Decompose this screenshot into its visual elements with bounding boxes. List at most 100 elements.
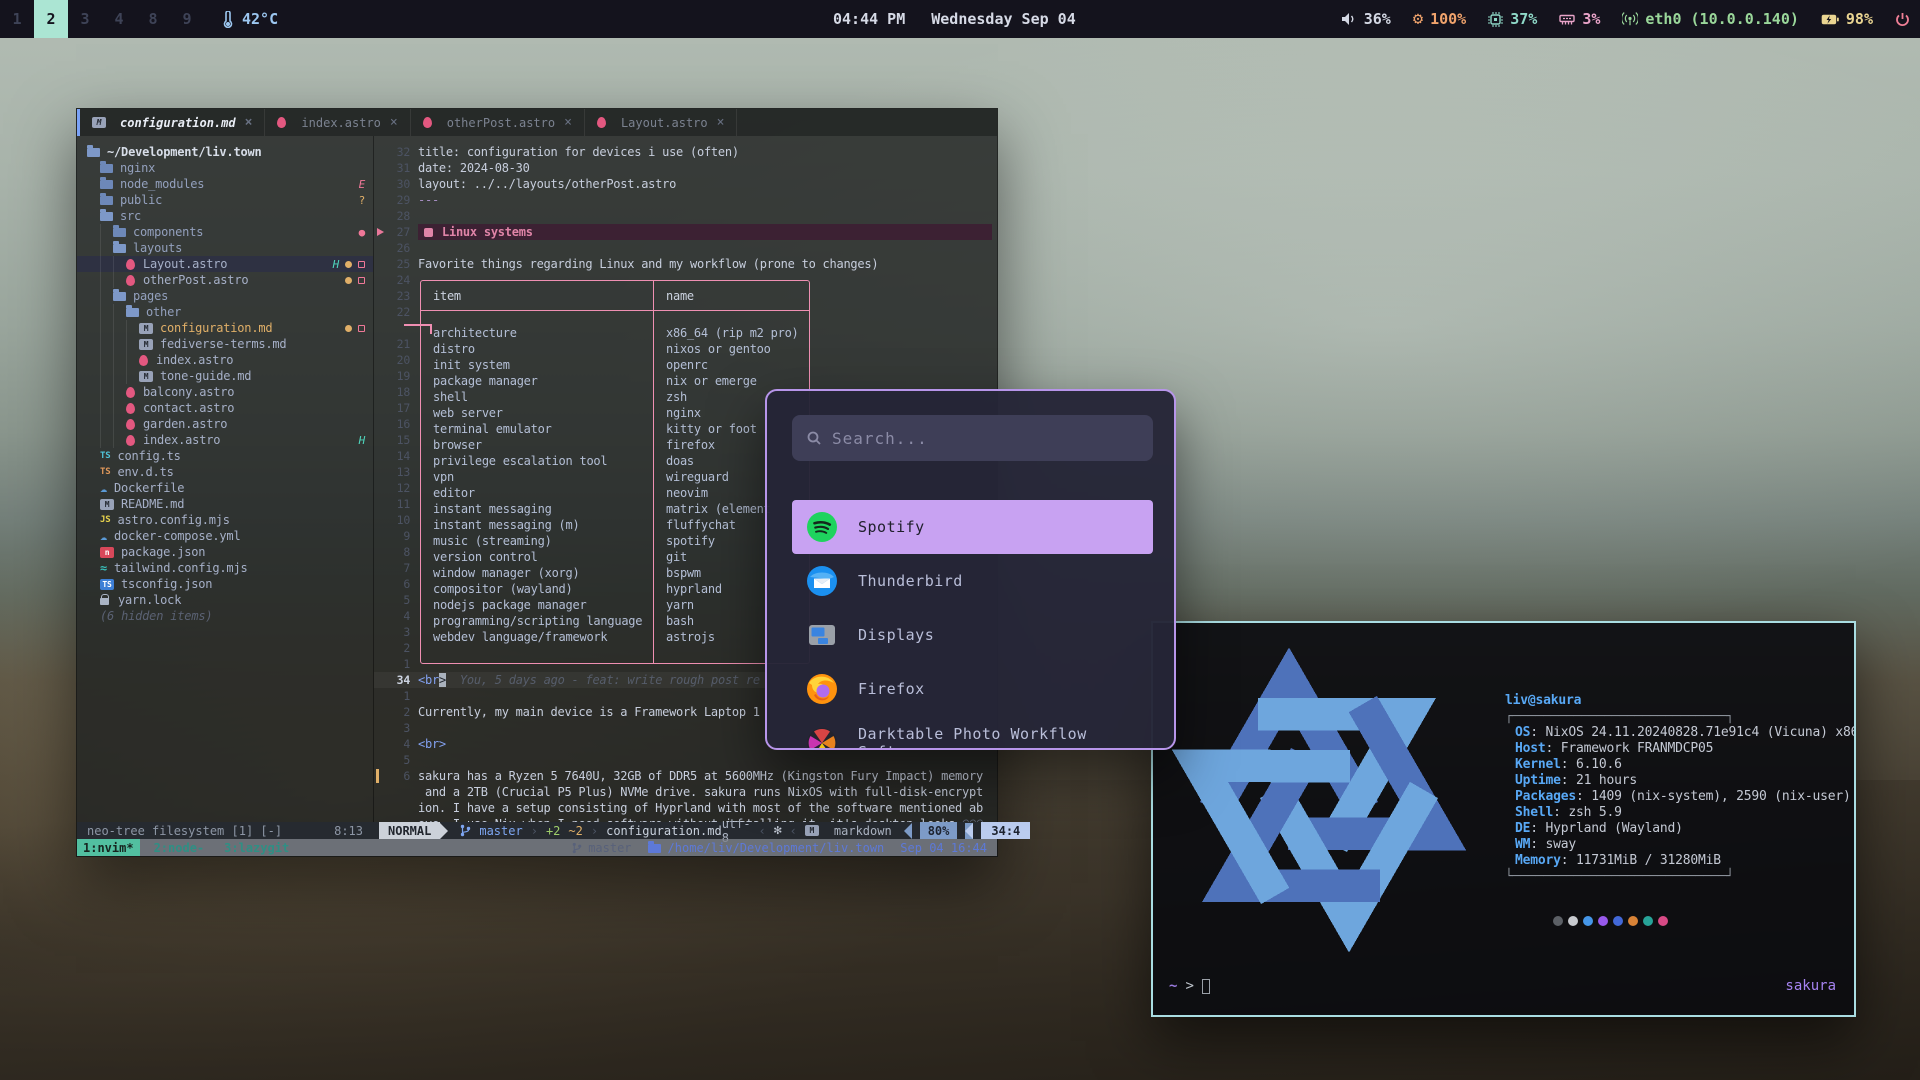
- tree-item[interactable]: MREADME.md: [77, 496, 373, 512]
- tsconfig-icon: TS: [100, 579, 114, 590]
- table-row: webdev language/frameworkastrojs: [421, 629, 809, 645]
- prompt-symbol: >: [1185, 978, 1193, 994]
- tree-item[interactable]: garden.astro: [77, 416, 373, 432]
- tree-item[interactable]: other: [77, 304, 373, 320]
- fetch-field-value: : NixOS 24.11.20240828.71e91c4 (Vicuna) …: [1530, 725, 1856, 740]
- tree-item[interactable]: contact.astro: [77, 400, 373, 416]
- indent-guide: [100, 320, 113, 336]
- tab-Layout.astro[interactable]: Layout.astro×: [585, 109, 738, 136]
- tree-item[interactable]: ~/Development/liv.town: [77, 144, 373, 160]
- tree-item-label: index.astro: [156, 353, 233, 367]
- tree-item[interactable]: yarn.lock: [77, 592, 373, 608]
- tab-index.astro[interactable]: index.astro ×: [265, 109, 410, 136]
- tab-otherPost.astro[interactable]: otherPost.astro ×: [411, 109, 585, 136]
- fetch-terminal[interactable]: liv@sakura ┌────────────────────────────…: [1151, 621, 1856, 1017]
- tmux-window-3:lazygit[interactable]: 3:lazygit: [218, 841, 295, 855]
- tree-item-label: astro.config.mjs: [117, 513, 229, 527]
- tree-item[interactable]: (6 hidden items): [77, 608, 373, 624]
- tree-item[interactable]: pages: [77, 288, 373, 304]
- tree-item-badges: E: [359, 178, 365, 191]
- close-icon[interactable]: ×: [564, 115, 572, 130]
- battery-icon: [1821, 14, 1839, 25]
- line-number: 3: [374, 625, 410, 639]
- close-icon[interactable]: ×: [245, 115, 253, 130]
- launcher-search[interactable]: [792, 415, 1153, 461]
- tmux-window-2:node-[interactable]: 2:node-: [148, 841, 211, 855]
- tree-item[interactable]: index.astro: [77, 352, 373, 368]
- statusline-time: 8:13: [334, 824, 363, 838]
- launcher-item-thunderbird[interactable]: Thunderbird: [792, 554, 1153, 608]
- tree-item[interactable]: index.astroH: [77, 432, 373, 448]
- workspace-8[interactable]: 8: [136, 0, 170, 38]
- indent-guide: [87, 208, 100, 224]
- launcher-item-spotify[interactable]: Spotify: [792, 500, 1153, 554]
- fetch-field-value: : sway: [1530, 837, 1576, 852]
- launcher-item-darktable-photo-workflow-software[interactable]: Darktable Photo Workflow Software: [792, 716, 1153, 748]
- shell-prompt[interactable]: ~ >: [1169, 978, 1210, 994]
- tree-item-label: Layout.astro: [143, 257, 227, 271]
- workspace-4[interactable]: 4: [102, 0, 136, 38]
- tree-item[interactable]: otherPost.astro: [77, 272, 373, 288]
- file-explorer[interactable]: ~/Development/liv.townnginxnode_modulesE…: [77, 136, 373, 822]
- workspace-3[interactable]: 3: [68, 0, 102, 38]
- line-number: 3: [374, 721, 410, 735]
- app-launcher[interactable]: SpotifyThunderbirdDisplaysFirefoxDarktab…: [765, 389, 1176, 750]
- close-icon[interactable]: ×: [717, 115, 725, 130]
- workspace-1[interactable]: 1: [0, 0, 34, 38]
- tree-item[interactable]: src: [77, 208, 373, 224]
- tree-item-badges: H: [359, 434, 365, 447]
- indent-guide: [87, 160, 100, 176]
- folder-open-icon: [113, 244, 126, 253]
- table-row: compositor (wayland)hyprland: [421, 581, 809, 597]
- buffer-line: 29---: [374, 192, 997, 208]
- powerline-separator: [440, 823, 448, 839]
- tree-item-badges: [345, 325, 365, 332]
- power-button[interactable]: [1895, 12, 1910, 27]
- tree-item[interactable]: Mtone-guide.md: [77, 368, 373, 384]
- indent-guide: [87, 496, 100, 512]
- git-status-section: master › +2 ~2 › configuration.md: [460, 824, 721, 838]
- tree-item[interactable]: npackage.json: [77, 544, 373, 560]
- unstaged-square-badge: [358, 277, 365, 284]
- tree-item[interactable]: layouts: [77, 240, 373, 256]
- tree-item[interactable]: Mconfiguration.md: [77, 320, 373, 336]
- tree-item[interactable]: components●: [77, 224, 373, 240]
- tree-item[interactable]: nginx: [77, 160, 373, 176]
- tree-item[interactable]: TSconfig.ts: [77, 448, 373, 464]
- workspace-9[interactable]: 9: [170, 0, 204, 38]
- folder-open-icon: [113, 292, 126, 301]
- buffer-line: 26: [374, 240, 997, 256]
- tree-item[interactable]: public?: [77, 192, 373, 208]
- tab-configuration.md[interactable]: Mconfiguration.md×: [80, 109, 265, 136]
- cpu-value: 37%: [1510, 10, 1537, 28]
- table-cell-name: bspwm: [653, 566, 701, 580]
- power-icon: [1895, 12, 1910, 27]
- tree-item[interactable]: TSenv.d.ts: [77, 464, 373, 480]
- tree-item[interactable]: ☁Dockerfile: [77, 480, 373, 496]
- buffer-line: 5: [374, 752, 997, 768]
- indent-guide: [87, 528, 100, 544]
- astro-file-icon: [126, 259, 135, 270]
- tab-label: otherPost.astro: [447, 116, 555, 130]
- indent-guide: [87, 384, 100, 400]
- tree-item[interactable]: JSastro.config.mjs: [77, 512, 373, 528]
- line-number: 22: [374, 305, 410, 319]
- tab-label: index.astro: [301, 116, 380, 130]
- tree-item[interactable]: node_modulesE: [77, 176, 373, 192]
- tree-item[interactable]: ≈tailwind.config.mjs: [77, 560, 373, 576]
- line-number: 4: [374, 609, 410, 623]
- tree-item[interactable]: TStsconfig.json: [77, 576, 373, 592]
- tree-item[interactable]: Layout.astroH: [77, 256, 373, 272]
- npm-icon: n: [100, 547, 114, 558]
- tree-item[interactable]: ☁docker-compose.yml: [77, 528, 373, 544]
- table-cell-name: doas: [653, 454, 694, 468]
- workspace-2[interactable]: 2: [34, 0, 68, 38]
- typescript-file-icon: TS: [100, 451, 110, 461]
- search-input[interactable]: [832, 429, 1139, 448]
- tree-item[interactable]: balcony.astro: [77, 384, 373, 400]
- launcher-item-firefox[interactable]: Firefox: [792, 662, 1153, 716]
- tmux-window-1:nvim*[interactable]: 1:nvim*: [77, 839, 140, 856]
- launcher-item-displays[interactable]: Displays: [792, 608, 1153, 662]
- close-icon[interactable]: ×: [390, 115, 398, 130]
- tree-item[interactable]: Mfediverse-terms.md: [77, 336, 373, 352]
